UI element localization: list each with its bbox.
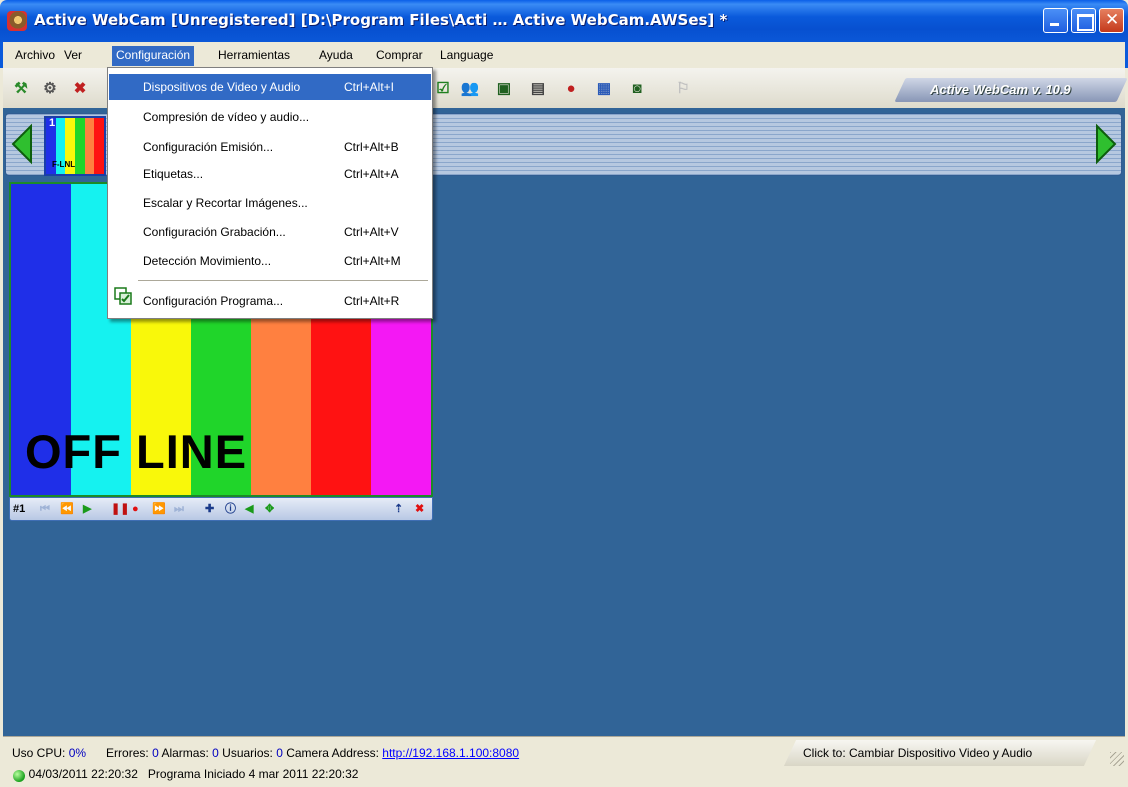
snapshot-icon[interactable]: ◙ [627,79,647,99]
menu-item-label: Configuración Emisión... [143,140,274,154]
configuracion-dropdown: Dispositivos de Video y Audio Ctrl+Alt+I… [107,67,433,319]
thumb-bar [84,118,95,174]
camera-controls: #1 ⏮ ⏪ ▶ ❚❚ ● ⏩ ⏭ ✚ ⓘ ◀ ✥ ⇡ ✖ [9,497,433,521]
web-publish-icon[interactable]: ▤ [528,79,548,99]
menu-item-label: Compresión de vídeo y audio... [143,110,310,124]
record-icon[interactable]: ● [561,79,581,99]
thumb-bar [75,118,85,174]
menu-item-programa[interactable]: Configuración Programa... Ctrl+Alt+R [109,288,431,314]
add-camera-icon[interactable]: ⚒ [11,79,31,99]
users-icon[interactable]: 👥 [460,79,480,99]
alarms-label: Alarmas: [161,746,209,760]
window-title: Active WebCam [Unregistered] [D:\Program… [34,11,728,29]
menu-comprar[interactable]: Comprar [372,47,427,63]
menu-item-escalar[interactable]: Escalar y Recortar Imágenes... [109,190,431,216]
menu-item-shortcut: Ctrl+Alt+A [344,167,399,181]
users-value: 0 [276,746,283,760]
menu-item-shortcut: Ctrl+Alt+B [344,140,399,154]
pin-icon[interactable]: ⇡ [394,503,403,516]
menu-item-etiquetas[interactable]: Etiquetas... Ctrl+Alt+A [109,161,431,187]
menu-item-label: Dispositivos de Video y Audio [143,80,301,94]
menu-ver[interactable]: Ver [60,47,86,63]
arrow-left-icon[interactable] [9,122,36,166]
pause-icon[interactable]: ❚❚ [111,503,129,516]
disabled-tool-icon: ⚐ [676,80,690,97]
menu-item-label: Configuración Programa... [143,294,284,308]
menu-item-compresion[interactable]: Compresión de vídeo y audio... [109,104,431,130]
status-line-2: 04/03/2011 22:20:32 Programa Iniciado 4 … [12,767,359,781]
version-label: Active WebCam v. 10.9 [930,82,1071,97]
app-webcam-icon[interactable] [7,11,27,31]
status-datetime: 04/03/2011 22:20:32 [28,767,138,781]
menu-item-shortcut: Ctrl+Alt+M [344,254,401,268]
status-hint[interactable]: Click to: Cambiar Dispositivo Video y Au… [803,746,1093,760]
menu-configuracion[interactable]: Configuración [112,46,195,66]
camera-address-link[interactable]: http://192.168.1.100:8080 [382,746,519,760]
thumb-caption: F-LNL [52,160,76,169]
checklist-icon[interactable]: ☑ [433,79,453,99]
users-label: Usuarios: [222,746,273,760]
thumb-bar [94,118,104,174]
last-frame-icon[interactable]: ⏭ [174,503,184,516]
arrow-right-icon[interactable] [1092,122,1119,166]
play-icon[interactable]: ▶ [83,503,91,516]
info-icon[interactable]: ⓘ [225,503,236,516]
menu-ayuda[interactable]: Ayuda [315,47,357,63]
menu-archivo[interactable]: Archivo [11,47,59,63]
status-line-1: Uso CPU: 0% Errores: 0 Alarmas: 0 Usuari… [12,746,519,760]
network-icon[interactable]: ▦ [594,79,614,99]
errors-value: 0 [152,746,159,760]
calendar-icon[interactable]: ▣ [494,79,514,99]
status-message: Programa Iniciado 4 mar 2011 22:20:32 [147,767,359,781]
offline-overlay: OFF LINE [25,425,248,478]
ptz-icon[interactable]: ✥ [265,503,274,516]
menu-herramientas[interactable]: Herramientas [214,47,294,63]
close-button[interactable] [1099,8,1124,33]
errors-label: Errores: [106,746,149,760]
menu-item-label: Configuración Grabación... [143,225,286,239]
audio-icon[interactable]: ◀ [245,503,253,516]
address-label: Camera Address: [286,746,379,760]
menu-item-emision[interactable]: Configuración Emisión... Ctrl+Alt+B [109,134,431,160]
menu-item-label: Etiquetas... [143,167,204,181]
rewind-icon[interactable]: ⏪ [60,503,74,516]
resize-grip[interactable] [1110,752,1124,766]
first-frame-icon[interactable]: ⏮ [40,503,50,516]
menu-bar: Archivo Ver Configuración Herramientas A… [0,42,1128,68]
camera-number: #1 [13,503,26,515]
menu-item-shortcut: Ctrl+Alt+I [344,80,395,94]
camera-settings-icon[interactable]: ⚙ [40,79,60,99]
maximize-button[interactable] [1071,8,1096,33]
menu-item-shortcut: Ctrl+Alt+V [344,225,399,239]
menu-separator [138,280,428,281]
thumb-number: 1 [49,117,56,129]
menu-item-deteccion[interactable]: Detección Movimiento... Ctrl+Alt+M [109,248,431,274]
alarms-value: 0 [212,746,219,760]
close-camera-icon[interactable]: ✖ [415,503,424,516]
menu-item-dispositivos[interactable]: Dispositivos de Video y Audio Ctrl+Alt+I [109,74,431,100]
tools-icon[interactable]: ✚ [205,503,214,516]
minimize-button[interactable] [1043,8,1068,33]
cpu-label: Uso CPU: [12,746,66,760]
menu-item-grabacion[interactable]: Configuración Grabación... Ctrl+Alt+V [109,219,431,245]
menu-language[interactable]: Language [436,47,497,63]
remove-camera-icon[interactable]: ✖ [70,79,90,99]
forward-icon[interactable]: ⏩ [152,503,166,516]
menu-item-label: Escalar y Recortar Imágenes... [143,196,308,210]
cpu-value: 0% [68,746,87,760]
menu-item-shortcut: Ctrl+Alt+R [344,294,400,308]
title-bar[interactable]: Active WebCam [Unregistered] [D:\Program… [0,0,1128,42]
record-icon[interactable]: ● [132,503,139,516]
menu-item-label: Detección Movimiento... [143,254,272,268]
